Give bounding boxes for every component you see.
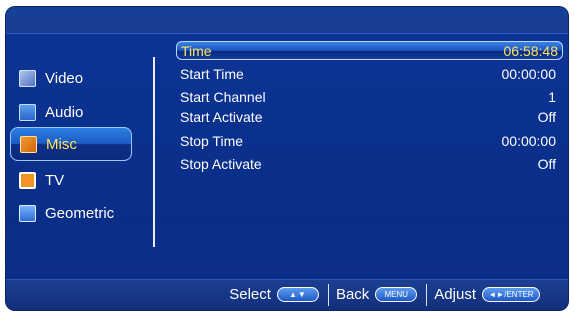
menu-row-stop-time[interactable]: Stop Time 00:00:00	[180, 131, 560, 150]
sidebar-item-label: Audio	[45, 103, 84, 121]
row-label: Stop Activate	[180, 155, 262, 172]
row-label: Time	[181, 42, 212, 59]
row-value: Off	[537, 108, 556, 125]
osd-panel: Video Audio Misc TV Geometric Time 06:58…	[6, 7, 568, 310]
row-value: 00:00:00	[501, 132, 557, 149]
header-band	[6, 7, 568, 34]
geometric-icon	[19, 204, 36, 222]
sidebar-item-misc[interactable]: Misc	[10, 127, 132, 161]
menu-row-time[interactable]: Time 06:58:48	[176, 41, 563, 60]
tv-icon	[19, 171, 36, 189]
sidebar-item-label: Geometric	[45, 204, 115, 222]
menu-row-start-time[interactable]: Start Time 00:00:00	[180, 64, 560, 83]
sidebar-item-tv[interactable]: TV	[10, 165, 132, 195]
row-value: Off	[537, 155, 556, 172]
row-value: 06:58:48	[503, 42, 559, 59]
select-hint: Select ▲▼	[229, 286, 319, 303]
row-label: Start Time	[180, 65, 244, 82]
sidebar-item-geometric[interactable]: Geometric	[10, 198, 132, 228]
menu-row-start-channel[interactable]: Start Channel 1	[180, 87, 560, 106]
sidebar-item-label: Misc	[46, 135, 77, 153]
row-value: 00:00:00	[501, 65, 557, 82]
back-hint: Back MENU	[335, 286, 418, 303]
footer-hints: Select ▲▼ Back MENU Adjust ◄►/ENTER	[6, 279, 568, 310]
divider	[153, 57, 155, 247]
row-label: Start Activate	[180, 108, 263, 125]
footer-separator	[327, 283, 329, 306]
menu-row-start-activate[interactable]: Start Activate Off	[180, 107, 560, 126]
adjust-hint: Adjust ◄►/ENTER	[434, 286, 540, 303]
sidebar-item-label: Video	[45, 69, 84, 87]
audio-icon	[19, 103, 36, 121]
select-label: Select	[229, 286, 271, 303]
sidebar-item-audio[interactable]: Audio	[10, 97, 132, 127]
misc-icon	[20, 135, 37, 153]
back-label: Back	[335, 286, 370, 303]
enter-key-icon: ◄►/ENTER	[482, 287, 540, 302]
menu-row-stop-activate[interactable]: Stop Activate Off	[180, 154, 560, 173]
up-down-arrow-icon: ▲▼	[276, 287, 319, 302]
video-icon	[19, 69, 36, 87]
footer-separator	[426, 283, 428, 306]
row-label: Stop Time	[180, 132, 244, 149]
row-label: Start Channel	[180, 88, 266, 105]
row-value: 1	[548, 88, 556, 105]
adjust-label: Adjust	[434, 286, 476, 303]
sidebar-item-video[interactable]: Video	[10, 63, 132, 93]
sidebar-item-label: TV	[45, 171, 65, 189]
menu-key-icon: MENU	[375, 287, 418, 302]
